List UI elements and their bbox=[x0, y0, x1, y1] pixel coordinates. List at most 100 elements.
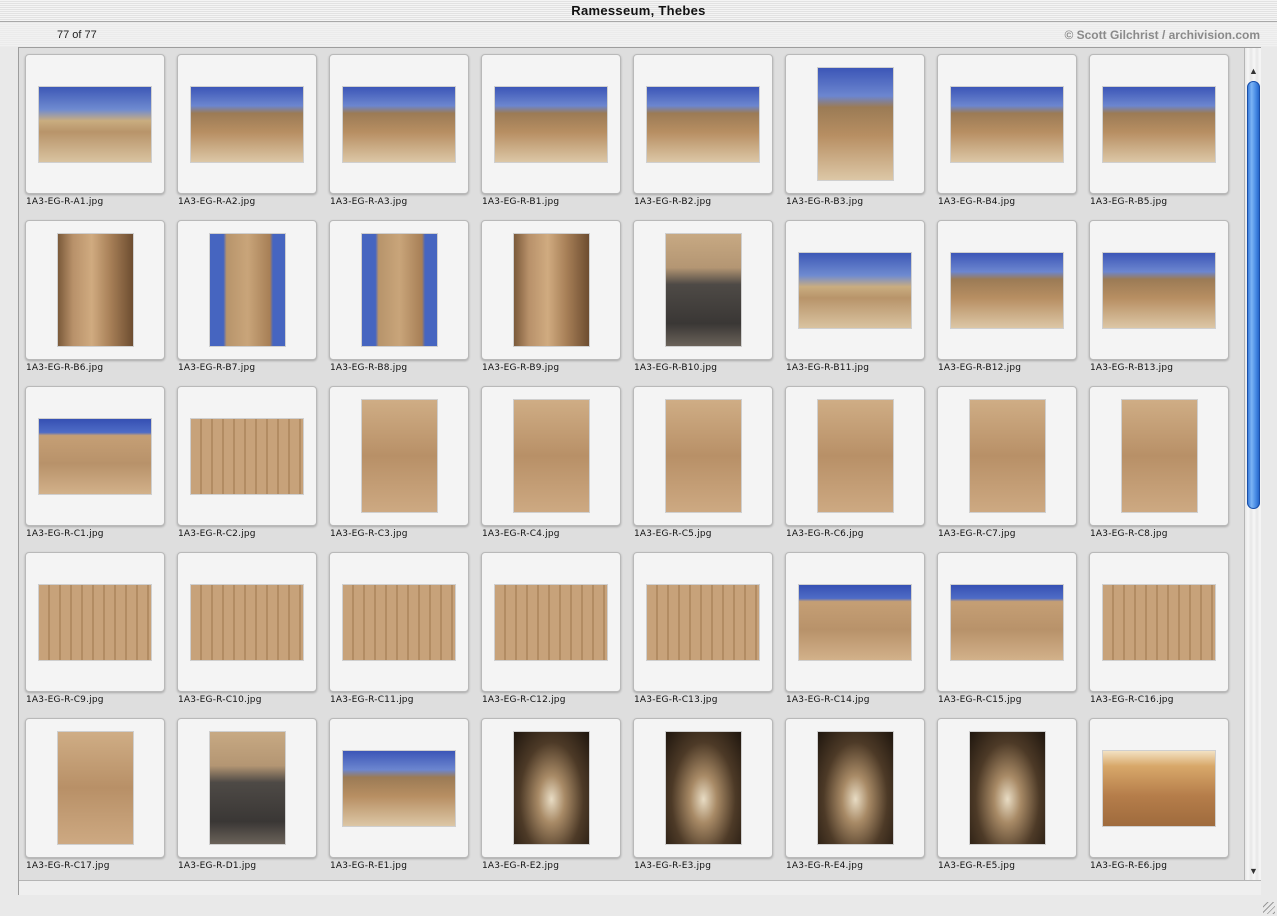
thumbnail-item[interactable]: 1A3-EG-R-C13.jpg bbox=[633, 552, 773, 718]
thumbnail-image[interactable] bbox=[647, 86, 759, 162]
thumbnail-item[interactable]: 1A3-EG-R-B8.jpg bbox=[329, 220, 469, 386]
thumbnail-item[interactable]: 1A3-EG-R-B5.jpg bbox=[1089, 54, 1229, 220]
thumbnail-image[interactable] bbox=[57, 732, 133, 844]
thumbnail-frame[interactable] bbox=[25, 552, 165, 692]
thumbnail-frame[interactable] bbox=[937, 220, 1077, 360]
thumbnail-item[interactable]: 1A3-EG-R-B1.jpg bbox=[481, 54, 621, 220]
thumbnail-image[interactable] bbox=[343, 86, 455, 162]
thumbnail-item[interactable]: 1A3-EG-R-E6.jpg bbox=[1089, 718, 1229, 880]
thumbnail-item[interactable]: 1A3-EG-R-E4.jpg bbox=[785, 718, 925, 880]
thumbnail-item[interactable]: 1A3-EG-R-C9.jpg bbox=[25, 552, 165, 718]
thumbnail-image[interactable] bbox=[209, 234, 285, 346]
thumbnail-frame[interactable] bbox=[785, 220, 925, 360]
thumbnail-item[interactable]: 1A3-EG-R-A1.jpg bbox=[25, 54, 165, 220]
thumbnail-item[interactable]: 1A3-EG-R-C15.jpg bbox=[937, 552, 1077, 718]
thumbnail-image[interactable] bbox=[39, 418, 151, 494]
thumbnail-image[interactable] bbox=[361, 234, 437, 346]
thumbnail-frame[interactable] bbox=[177, 552, 317, 692]
resize-grip-icon[interactable] bbox=[1263, 902, 1275, 914]
thumbnail-frame[interactable] bbox=[937, 54, 1077, 194]
thumbnail-image[interactable] bbox=[969, 400, 1045, 512]
scroll-down-arrow-icon[interactable]: ▼ bbox=[1245, 864, 1262, 878]
thumbnail-frame[interactable] bbox=[633, 552, 773, 692]
thumbnail-image[interactable] bbox=[361, 400, 437, 512]
thumbnail-frame[interactable] bbox=[481, 718, 621, 858]
thumbnail-image[interactable] bbox=[817, 68, 893, 180]
thumbnail-item[interactable]: 1A3-EG-R-B7.jpg bbox=[177, 220, 317, 386]
thumbnail-item[interactable]: 1A3-EG-R-A3.jpg bbox=[329, 54, 469, 220]
thumbnail-item[interactable]: 1A3-EG-R-C16.jpg bbox=[1089, 552, 1229, 718]
thumbnail-image[interactable] bbox=[665, 234, 741, 346]
thumbnail-item[interactable]: 1A3-EG-R-C5.jpg bbox=[633, 386, 773, 552]
thumbnail-image[interactable] bbox=[495, 584, 607, 660]
thumbnail-image[interactable] bbox=[951, 252, 1063, 328]
thumbnail-image[interactable] bbox=[513, 234, 589, 346]
thumbnail-image[interactable] bbox=[1103, 584, 1215, 660]
thumbnail-frame[interactable] bbox=[633, 718, 773, 858]
thumbnail-image[interactable] bbox=[817, 400, 893, 512]
thumbnail-frame[interactable] bbox=[25, 54, 165, 194]
thumbnail-image[interactable] bbox=[191, 418, 303, 494]
thumbnail-frame[interactable] bbox=[1089, 386, 1229, 526]
thumbnail-frame[interactable] bbox=[1089, 718, 1229, 858]
thumbnail-frame[interactable] bbox=[785, 552, 925, 692]
horizontal-scrollbar[interactable] bbox=[19, 880, 1261, 895]
thumbnail-frame[interactable] bbox=[633, 220, 773, 360]
thumbnail-frame[interactable] bbox=[25, 386, 165, 526]
thumbnail-item[interactable]: 1A3-EG-R-B2.jpg bbox=[633, 54, 773, 220]
thumbnail-item[interactable]: 1A3-EG-R-C1.jpg bbox=[25, 386, 165, 552]
thumbnail-frame[interactable] bbox=[1089, 552, 1229, 692]
thumbnail-frame[interactable] bbox=[329, 54, 469, 194]
thumbnail-image[interactable] bbox=[343, 584, 455, 660]
thumbnail-item[interactable]: 1A3-EG-R-A2.jpg bbox=[177, 54, 317, 220]
thumbnail-image[interactable] bbox=[513, 400, 589, 512]
vertical-scrollbar[interactable]: ▲ ▼ bbox=[1244, 48, 1261, 880]
thumbnail-image[interactable] bbox=[799, 584, 911, 660]
scrollbar-thumb[interactable] bbox=[1247, 81, 1260, 509]
thumbnail-frame[interactable] bbox=[177, 386, 317, 526]
thumbnail-image[interactable] bbox=[343, 750, 455, 826]
thumbnail-frame[interactable] bbox=[1089, 54, 1229, 194]
thumbnail-item[interactable]: 1A3-EG-R-C17.jpg bbox=[25, 718, 165, 880]
thumbnail-image[interactable] bbox=[39, 584, 151, 660]
thumbnail-image[interactable] bbox=[1103, 750, 1215, 826]
thumbnail-frame[interactable] bbox=[481, 54, 621, 194]
thumbnail-frame[interactable] bbox=[25, 718, 165, 858]
thumbnail-frame[interactable] bbox=[937, 552, 1077, 692]
thumbnail-item[interactable]: 1A3-EG-R-E5.jpg bbox=[937, 718, 1077, 880]
thumbnail-item[interactable]: 1A3-EG-R-C4.jpg bbox=[481, 386, 621, 552]
thumbnail-item[interactable]: 1A3-EG-R-B10.jpg bbox=[633, 220, 773, 386]
thumbnail-frame[interactable] bbox=[481, 552, 621, 692]
thumbnail-frame[interactable] bbox=[785, 54, 925, 194]
thumbnail-frame[interactable] bbox=[177, 718, 317, 858]
thumbnail-frame[interactable] bbox=[177, 220, 317, 360]
thumbnail-item[interactable]: 1A3-EG-R-C6.jpg bbox=[785, 386, 925, 552]
thumbnail-image[interactable] bbox=[191, 584, 303, 660]
thumbnail-item[interactable]: 1A3-EG-R-B3.jpg bbox=[785, 54, 925, 220]
thumbnail-image[interactable] bbox=[1103, 86, 1215, 162]
thumbnail-image[interactable] bbox=[57, 234, 133, 346]
thumbnail-item[interactable]: 1A3-EG-R-C7.jpg bbox=[937, 386, 1077, 552]
window-titlebar[interactable]: Ramesseum, Thebes bbox=[0, 0, 1277, 22]
thumbnail-item[interactable]: 1A3-EG-R-E3.jpg bbox=[633, 718, 773, 880]
thumbnail-frame[interactable] bbox=[785, 718, 925, 858]
thumbnail-item[interactable]: 1A3-EG-R-C10.jpg bbox=[177, 552, 317, 718]
thumbnail-item[interactable]: 1A3-EG-R-B6.jpg bbox=[25, 220, 165, 386]
thumbnail-item[interactable]: 1A3-EG-R-D1.jpg bbox=[177, 718, 317, 880]
thumbnail-image[interactable] bbox=[817, 732, 893, 844]
thumbnail-frame[interactable] bbox=[481, 386, 621, 526]
thumbnail-image[interactable] bbox=[951, 86, 1063, 162]
thumbnail-frame[interactable] bbox=[329, 718, 469, 858]
thumbnail-image[interactable] bbox=[191, 86, 303, 162]
thumbnail-image[interactable] bbox=[665, 732, 741, 844]
thumbnail-item[interactable]: 1A3-EG-R-C2.jpg bbox=[177, 386, 317, 552]
thumbnail-scroll-area[interactable]: 1A3-EG-R-A1.jpg 1A3-EG-R-A2.jpg 1A3-EG-R-A… bbox=[19, 48, 1244, 880]
thumbnail-image[interactable] bbox=[665, 400, 741, 512]
thumbnail-item[interactable]: 1A3-EG-R-B13.jpg bbox=[1089, 220, 1229, 386]
thumbnail-image[interactable] bbox=[39, 86, 151, 162]
thumbnail-item[interactable]: 1A3-EG-R-E1.jpg bbox=[329, 718, 469, 880]
thumbnail-item[interactable]: 1A3-EG-R-B11.jpg bbox=[785, 220, 925, 386]
thumbnail-item[interactable]: 1A3-EG-R-B12.jpg bbox=[937, 220, 1077, 386]
thumbnail-item[interactable]: 1A3-EG-R-B4.jpg bbox=[937, 54, 1077, 220]
thumbnail-frame[interactable] bbox=[329, 552, 469, 692]
